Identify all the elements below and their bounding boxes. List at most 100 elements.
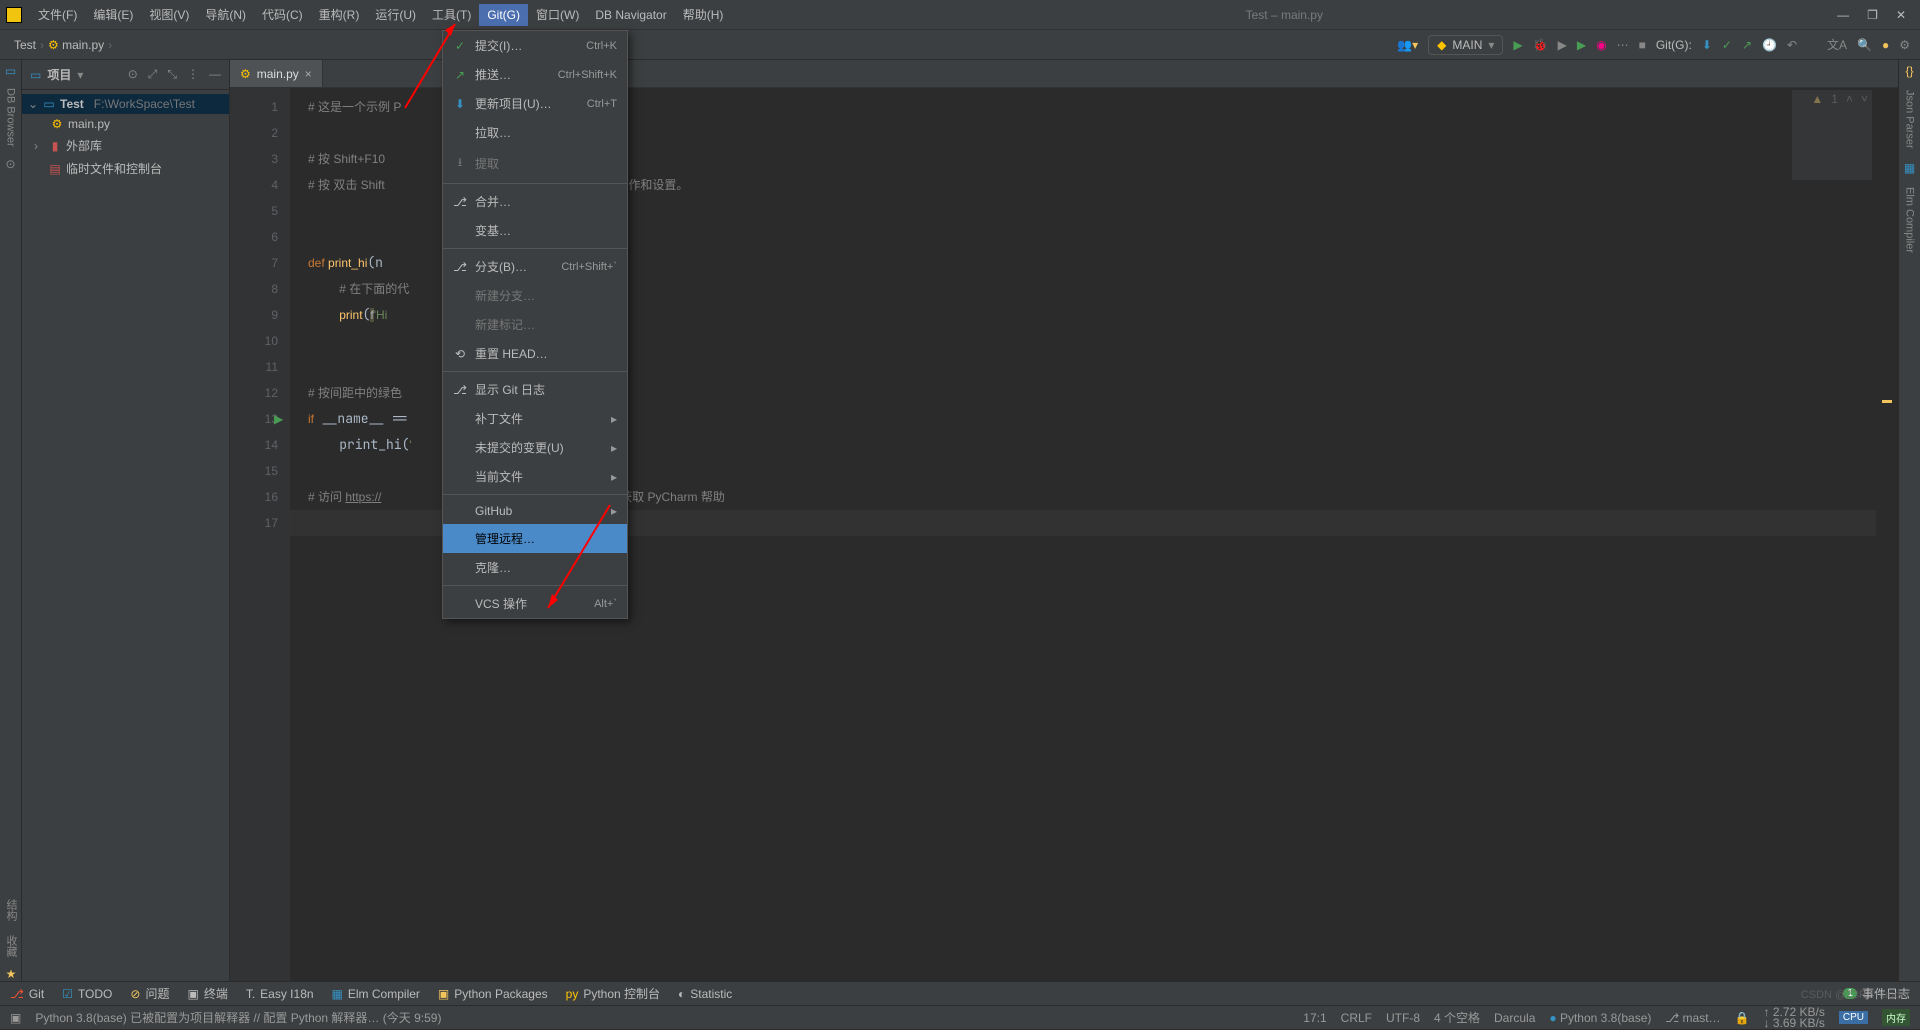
tool-pyconsole[interactable]: pyPython 控制台: [566, 985, 660, 1002]
git-menu-item[interactable]: ↗推送…Ctrl+Shift+K: [443, 60, 627, 89]
json-parser-rail[interactable]: Json Parser: [1904, 86, 1916, 153]
git-commit-icon[interactable]: ✓: [1722, 38, 1732, 52]
tree-collapse-icon[interactable]: ›: [34, 139, 44, 153]
tool-easyi18n[interactable]: T.Easy I18n: [246, 987, 314, 1001]
status-indent[interactable]: 4 个空格: [1434, 1009, 1480, 1026]
status-cpu[interactable]: CPU: [1839, 1011, 1868, 1024]
favorites-star-icon[interactable]: ★: [6, 967, 17, 981]
status-line-sep[interactable]: CRLF: [1341, 1011, 1372, 1025]
tree-scratches[interactable]: ▤ 临时文件和控制台: [22, 157, 229, 180]
menu-window[interactable]: 窗口(W): [528, 2, 587, 27]
elm-compiler-rail[interactable]: Elm Compiler: [1904, 183, 1916, 257]
menu-navigate[interactable]: 导航(N): [197, 2, 254, 27]
tool-elm[interactable]: ▦Elm Compiler: [332, 987, 420, 1001]
status-python[interactable]: ● Python 3.8(base): [1549, 1011, 1651, 1025]
db-browser-rail[interactable]: DB Browser: [5, 84, 17, 151]
search-everywhere-icon[interactable]: 🔍: [1857, 38, 1872, 52]
tree-file-main[interactable]: ⚙ main.py: [22, 114, 229, 134]
git-update-icon[interactable]: ⬇: [1702, 38, 1712, 52]
tool-pypkg[interactable]: ▣Python Packages: [438, 987, 548, 1001]
git-menu-item[interactable]: GitHub▸: [443, 498, 627, 524]
menu-git[interactable]: Git(G): [479, 4, 528, 26]
menu-run[interactable]: 运行(U): [367, 2, 424, 27]
scrollbar-warning-marker[interactable]: [1882, 400, 1892, 403]
project-tree[interactable]: ⌄ ▭ Test F:\WorkSpace\Test ⚙ main.py › ▮…: [22, 90, 229, 184]
run-button-icon[interactable]: ▶: [1513, 38, 1522, 52]
line-gutter[interactable]: 123456 7 89101112 ▶13 14151617: [230, 88, 290, 981]
profile-button-icon[interactable]: ▶: [1577, 38, 1586, 52]
git-history-icon[interactable]: 🕘: [1762, 38, 1777, 52]
coverage-button-icon[interactable]: ▶: [1558, 38, 1567, 52]
window-close-icon[interactable]: ✕: [1896, 8, 1906, 22]
code-minimap[interactable]: [1792, 90, 1872, 180]
structure-rail[interactable]: 结构: [3, 895, 19, 925]
concurrency-button-icon[interactable]: ◉: [1596, 38, 1606, 52]
tool-windows-icon[interactable]: ▣: [10, 1011, 21, 1025]
locate-icon[interactable]: ⊙: [128, 67, 138, 82]
panel-settings-icon[interactable]: ⋮: [187, 67, 199, 82]
git-menu-item[interactable]: 克隆…: [443, 553, 627, 582]
menu-help[interactable]: 帮助(H): [675, 2, 732, 27]
menu-dbnav[interactable]: DB Navigator: [587, 4, 674, 26]
editor-tab-main[interactable]: ⚙ main.py ×: [230, 60, 323, 87]
tree-expand-icon[interactable]: ⌄: [28, 97, 38, 111]
git-menu-item[interactable]: VCS 操作Alt+`: [443, 589, 627, 618]
git-push-icon[interactable]: ↗: [1742, 38, 1752, 52]
tool-terminal[interactable]: ▣终端: [187, 985, 227, 1002]
window-maximize-icon[interactable]: ❐: [1867, 8, 1878, 22]
git-menu-item[interactable]: ⎇合并…: [443, 187, 627, 216]
breadcrumb-project[interactable]: Test: [10, 38, 40, 52]
run-gutter-icon[interactable]: ▶: [274, 406, 283, 432]
git-menu-item[interactable]: ⟲重置 HEAD…: [443, 339, 627, 368]
menu-refactor[interactable]: 重构(R): [311, 2, 368, 27]
tool-statistic[interactable]: ◐Statistic: [678, 987, 732, 1001]
git-menu-item[interactable]: ⎇分支(B)…Ctrl+Shift+`: [443, 252, 627, 281]
git-menu-item[interactable]: 拉取…: [443, 118, 627, 147]
tool-problems[interactable]: ⊘问题: [130, 985, 169, 1002]
project-tool-icon[interactable]: ▭: [5, 64, 16, 78]
window-minimize-icon[interactable]: —: [1837, 8, 1849, 22]
project-panel-title[interactable]: 项目: [47, 66, 71, 83]
run-config-selector[interactable]: ◆ MAIN ▾: [1428, 35, 1503, 55]
expand-all-icon[interactable]: ⤢: [148, 67, 158, 82]
menu-view[interactable]: 视图(V): [141, 2, 197, 27]
git-menu-item[interactable]: 管理远程…: [443, 524, 627, 553]
menu-edit[interactable]: 编辑(E): [85, 2, 141, 27]
status-memory[interactable]: 内存: [1882, 1009, 1910, 1026]
status-interpreter[interactable]: Python 3.8(base) 已被配置为项目解释器 // 配置 Python…: [35, 1009, 441, 1026]
status-encoding[interactable]: UTF-8: [1386, 1011, 1420, 1025]
tool-todo[interactable]: ☑TODO: [62, 987, 112, 1001]
status-lock-icon[interactable]: 🔒: [1735, 1011, 1750, 1025]
bookmarks-rail-icon[interactable]: ⊙: [5, 157, 15, 171]
status-git-branch[interactable]: ⎇ mast…: [1665, 1011, 1720, 1025]
stop-button-icon[interactable]: ■: [1639, 38, 1646, 52]
tool-git[interactable]: ⎇Git: [10, 987, 44, 1001]
attach-button-icon[interactable]: ⋯: [1617, 38, 1629, 52]
ide-updates-icon[interactable]: ●: [1882, 38, 1889, 52]
menu-tools[interactable]: 工具(T): [424, 2, 479, 27]
git-menu-item[interactable]: ✓提交(I)…Ctrl+K: [443, 31, 627, 60]
git-menu-item[interactable]: ⎇显示 Git 日志: [443, 375, 627, 404]
menu-file[interactable]: 文件(F): [30, 2, 85, 27]
menu-code[interactable]: 代码(C): [254, 2, 311, 27]
status-caret-pos[interactable]: 17:1: [1303, 1011, 1326, 1025]
tree-external-libs[interactable]: › ▮ 外部库: [22, 134, 229, 157]
git-menu-item[interactable]: ⬇更新项目(U)…Ctrl+T: [443, 89, 627, 118]
status-theme[interactable]: Darcula: [1494, 1011, 1535, 1025]
git-menu-item[interactable]: 补丁文件▸: [443, 404, 627, 433]
tree-root[interactable]: ⌄ ▭ Test F:\WorkSpace\Test: [22, 94, 229, 114]
translate-icon[interactable]: 文A: [1827, 36, 1847, 53]
git-menu-item[interactable]: 未提交的变更(U)▸: [443, 433, 627, 462]
favorites-rail[interactable]: 收藏: [3, 931, 19, 961]
code-with-me-icon[interactable]: 👥▾: [1397, 38, 1418, 52]
debug-button-icon[interactable]: 🐞: [1533, 38, 1548, 52]
hide-panel-icon[interactable]: —: [209, 67, 221, 82]
chevron-down-icon[interactable]: ▾: [77, 68, 83, 82]
close-tab-icon[interactable]: ×: [305, 67, 312, 81]
git-menu-item[interactable]: 当前文件▸: [443, 462, 627, 491]
json-parser-rail-icon[interactable]: {}: [1905, 64, 1913, 78]
collapse-all-icon[interactable]: ⤡: [167, 67, 177, 82]
elm-rail-icon[interactable]: ▦: [1904, 161, 1915, 175]
git-menu-item[interactable]: 变基…: [443, 216, 627, 245]
git-rollback-icon[interactable]: ↶: [1787, 38, 1797, 52]
